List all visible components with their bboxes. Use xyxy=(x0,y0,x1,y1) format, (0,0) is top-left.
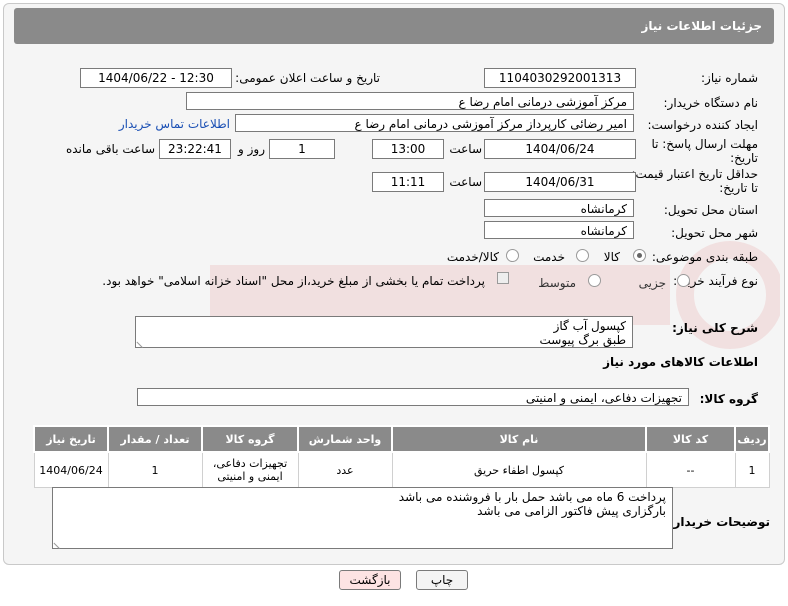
cell-unit: عدد xyxy=(297,451,393,488)
city-field: کرمانشاه xyxy=(484,221,634,239)
buyer-notes-label: توضیحات خریدار: xyxy=(668,515,770,529)
category-option-service: خدمت xyxy=(533,250,565,264)
city-label: شهر محل تحویل: xyxy=(671,226,758,240)
buyer-notes-line-2: بارگزاری پیش فاکتور الزامی می باشد xyxy=(477,504,666,518)
table-header-row: تاریخ نیاز تعداد / مقدار گروه کالا واحد … xyxy=(33,425,770,453)
table-row: 1404/06/24 1 تجهیزات دفاعی، ایمنی و امنی… xyxy=(33,451,770,488)
buyer-org-label: نام دستگاه خریدار: xyxy=(663,96,759,110)
deadline-time-field: 13:00 xyxy=(372,139,444,159)
process-option-minor: جزیی xyxy=(638,276,666,290)
remaining-time-label: ساعت باقی مانده xyxy=(65,142,155,156)
category-label: طبقه بندی موضوعی: xyxy=(651,250,758,264)
deadline-label-2: تاریخ: xyxy=(730,151,758,165)
category-option-both: کالا/خدمت xyxy=(446,250,499,264)
col-goods-group: گروه کالا xyxy=(201,425,299,453)
days-remaining-field: 1 xyxy=(269,139,335,159)
description-line-1: کپسول آب گاز xyxy=(553,319,626,333)
cell-row-number: 1 xyxy=(734,451,770,488)
category-radio-service[interactable] xyxy=(576,249,589,262)
resize-grip-icon[interactable] xyxy=(53,536,66,550)
creator-field: امیر رضائی کارپرداز مرکز آموزشی درمانی ا… xyxy=(235,114,634,132)
cell-goods-group: تجهیزات دفاعی، ایمنی و امنیتی xyxy=(201,451,299,488)
contact-buyer-link[interactable]: اطلاعات تماس خریدار xyxy=(119,117,230,131)
announce-label: تاریخ و ساعت اعلان عمومی: xyxy=(235,71,380,85)
col-row-number: ردیف xyxy=(734,425,770,453)
cell-goods-name: کپسول اطفاء حریق xyxy=(391,451,647,488)
process-radio-minor[interactable] xyxy=(677,274,690,287)
buyer-notes-line-1: پرداخت 6 ماه می باشد حمل بار با فروشنده … xyxy=(398,490,666,504)
goods-group-label: گروه کالا: xyxy=(699,392,758,406)
deadline-label: مهلت ارسال پاسخ: تا xyxy=(651,137,758,151)
back-button[interactable]: بازگشت xyxy=(339,570,401,590)
col-unit: واحد شمارش xyxy=(297,425,393,453)
process-option-medium: متوسط xyxy=(538,276,576,290)
description-textarea[interactable]: کپسول آب گاز طبق برگ پیوست xyxy=(135,316,633,349)
days-label: روز و xyxy=(238,142,265,156)
creator-label: ایجاد کننده درخواست: xyxy=(647,118,758,132)
buyer-org-field: مرکز آموزشی درمانی امام رضا ع xyxy=(186,92,634,110)
min-price-time-field: 11:11 xyxy=(372,172,444,192)
deadline-time-label: ساعت xyxy=(449,142,482,156)
announce-field: 1404/06/22 - 12:30 xyxy=(80,68,232,88)
need-number-field: 1104030292001313 xyxy=(484,68,636,88)
province-label: استان محل تحویل: xyxy=(663,203,758,217)
category-option-goods: کالا xyxy=(603,250,620,264)
min-price-label: حداقل تاریخ اعتبار قیمت: xyxy=(631,167,758,181)
items-table: تاریخ نیاز تعداد / مقدار گروه کالا واحد … xyxy=(33,425,770,488)
category-radio-both[interactable] xyxy=(506,249,519,262)
description-label: شرح کلی نیاز: xyxy=(672,321,758,335)
cell-goods-code: -- xyxy=(645,451,736,488)
category-radio-goods[interactable] xyxy=(633,249,646,262)
treasury-payment-note: پرداخت تمام یا بخشی از مبلغ خرید،از محل … xyxy=(102,274,485,288)
description-line-2: طبق برگ پیوست xyxy=(539,333,626,347)
treasury-payment-checkbox[interactable] xyxy=(497,272,509,284)
print-button[interactable]: چاپ xyxy=(416,570,468,590)
deadline-date-field: 1404/06/24 xyxy=(484,139,636,159)
cell-quantity: 1 xyxy=(107,451,203,488)
goods-info-title: اطلاعات کالاهای مورد نیاز xyxy=(603,355,758,369)
min-price-label-2: تا تاریخ: xyxy=(719,181,758,195)
process-radio-medium[interactable] xyxy=(588,274,601,287)
province-field: کرمانشاه xyxy=(484,199,634,217)
cell-need-date: 1404/06/24 xyxy=(33,451,109,488)
col-need-date: تاریخ نیاز xyxy=(33,425,109,453)
min-price-date-field: 1404/06/31 xyxy=(484,172,636,192)
goods-group-field: تجهیزات دفاعی، ایمنی و امنیتی xyxy=(137,388,689,406)
page-header: جزئیات اطلاعات نیاز xyxy=(14,8,774,44)
buyer-notes-textarea[interactable]: پرداخت 6 ماه می باشد حمل بار با فروشنده … xyxy=(52,487,673,550)
col-goods-name: نام کالا xyxy=(391,425,647,453)
page-title: جزئیات اطلاعات نیاز xyxy=(641,19,762,33)
col-quantity: تعداد / مقدار xyxy=(107,425,203,453)
need-number-label: شماره نیاز: xyxy=(701,71,758,85)
min-price-time-label: ساعت xyxy=(449,175,482,189)
remaining-time-field: 23:22:41 xyxy=(159,139,231,159)
col-goods-code: کد کالا xyxy=(645,425,736,453)
